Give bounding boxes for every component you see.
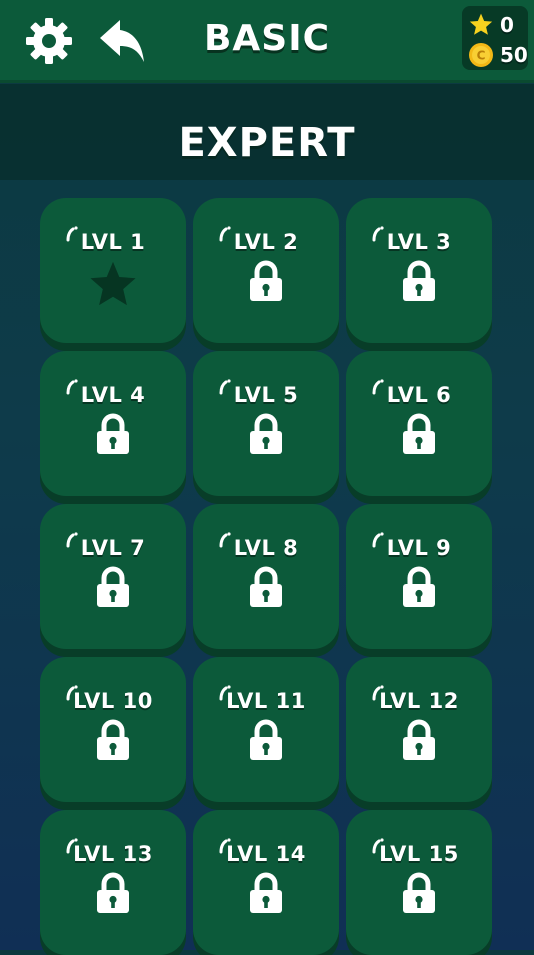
lock-icon [250, 413, 282, 454]
page-title: BASIC [203, 18, 331, 59]
star-status [87, 260, 139, 310]
star-empty-icon [90, 261, 136, 306]
lock-status [402, 872, 436, 914]
lock-icon [250, 566, 282, 607]
level-label: LVL 14 [226, 842, 306, 866]
coin-icon: C [469, 43, 493, 67]
level-tile-13[interactable]: LVL 13 [40, 810, 186, 955]
coin-symbol: C [477, 49, 486, 63]
level-tile-8[interactable]: LVL 8 [193, 504, 339, 649]
level-label: LVL 6 [386, 383, 452, 407]
lock-icon [403, 260, 435, 301]
level-label: LVL 9 [386, 536, 452, 560]
level-tile-4[interactable]: LVL 4 [40, 351, 186, 496]
lock-icon [403, 872, 435, 913]
level-label: LVL 5 [233, 383, 299, 407]
top-bar: BASIC 0 C 50 [0, 0, 534, 80]
lock-status [402, 413, 436, 455]
lock-status [402, 566, 436, 608]
level-tile-7[interactable]: LVL 7 [40, 504, 186, 649]
level-label: LVL 3 [386, 230, 452, 254]
level-tile-14[interactable]: LVL 14 [193, 810, 339, 955]
star-count-value: 0 [500, 13, 514, 37]
level-tile-2[interactable]: LVL 2 [193, 198, 339, 343]
lock-icon [403, 413, 435, 454]
lock-status [96, 719, 130, 761]
lock-icon [403, 566, 435, 607]
star-count: 0 [468, 12, 514, 38]
level-label: LVL 8 [233, 536, 299, 560]
coin-count: C 50 [468, 42, 528, 68]
lock-icon [97, 413, 129, 454]
level-tile-11[interactable]: LVL 11 [193, 657, 339, 802]
currency-panel: 0 C 50 [462, 6, 528, 70]
level-label: LVL 4 [80, 383, 146, 407]
level-label: LVL 15 [379, 842, 459, 866]
level-label: LVL 11 [226, 689, 306, 713]
level-label: LVL 12 [379, 689, 459, 713]
level-tile-6[interactable]: LVL 6 [346, 351, 492, 496]
level-tile-3[interactable]: LVL 3 [346, 198, 492, 343]
lock-status [96, 413, 130, 455]
level-tile-10[interactable]: LVL 10 [40, 657, 186, 802]
lock-status [402, 260, 436, 302]
lock-status [249, 719, 283, 761]
level-label: LVL 10 [73, 689, 153, 713]
level-label: LVL 13 [73, 842, 153, 866]
lock-icon [97, 566, 129, 607]
lock-status [249, 260, 283, 302]
star-icon [469, 13, 493, 35]
level-tile-1[interactable]: LVL 1 [40, 198, 186, 343]
level-tile-9[interactable]: LVL 9 [346, 504, 492, 649]
level-label: LVL 7 [80, 536, 146, 560]
level-label: LVL 2 [233, 230, 299, 254]
section-title: EXPERT [178, 120, 356, 166]
lock-icon [250, 260, 282, 301]
lock-status [96, 872, 130, 914]
lock-icon [403, 719, 435, 760]
level-tile-5[interactable]: LVL 5 [193, 351, 339, 496]
lock-status [249, 413, 283, 455]
lock-icon [250, 719, 282, 760]
level-tile-12[interactable]: LVL 12 [346, 657, 492, 802]
level-label: LVL 1 [80, 230, 146, 254]
lock-icon [250, 872, 282, 913]
lock-status [249, 872, 283, 914]
coin-count-value: 50 [500, 43, 528, 67]
lock-status [249, 566, 283, 608]
lock-icon [97, 872, 129, 913]
level-tile-15[interactable]: LVL 15 [346, 810, 492, 955]
lock-icon [97, 719, 129, 760]
lock-status [96, 566, 130, 608]
level-grid: LVL 1 LVL 2 LVL 3 LVL 4 LVL 5 LVL 6 LVL … [40, 198, 492, 955]
lock-status [402, 719, 436, 761]
